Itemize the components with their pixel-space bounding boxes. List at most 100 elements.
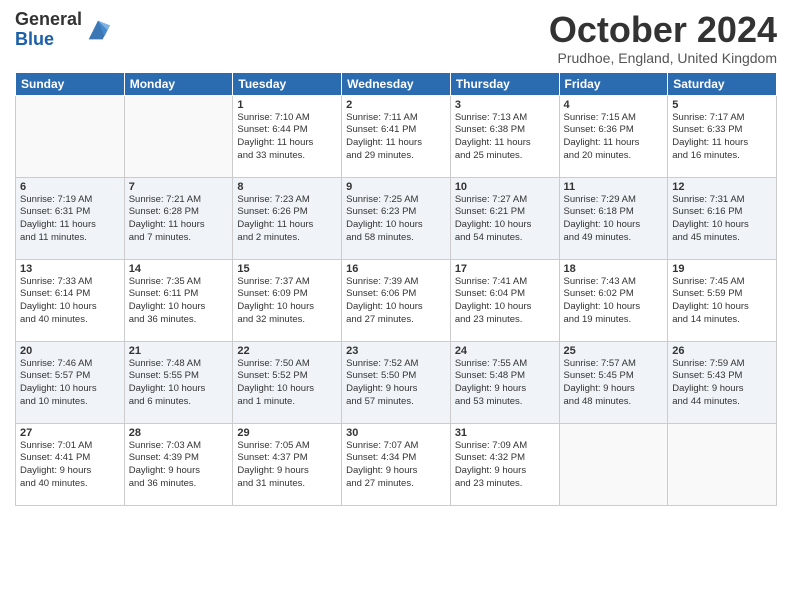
cal-cell: 25Sunrise: 7:57 AMSunset: 5:45 PMDayligh… (559, 341, 668, 423)
subtitle: Prudhoe, England, United Kingdom (549, 50, 777, 66)
cal-cell: 23Sunrise: 7:52 AMSunset: 5:50 PMDayligh… (342, 341, 451, 423)
cell-line: and 33 minutes. (237, 150, 337, 163)
cell-line: and 40 minutes. (20, 478, 120, 491)
day-header-wednesday: Wednesday (342, 72, 451, 95)
day-number: 25 (564, 345, 664, 357)
cell-line: Sunrise: 7:19 AM (20, 194, 120, 207)
cal-cell: 16Sunrise: 7:39 AMSunset: 6:06 PMDayligh… (342, 259, 451, 341)
cell-line: Sunset: 6:26 PM (237, 206, 337, 219)
cell-line: Daylight: 10 hours (20, 301, 120, 314)
day-number: 10 (455, 181, 555, 193)
cell-line: and 2 minutes. (237, 232, 337, 245)
cal-cell: 9Sunrise: 7:25 AMSunset: 6:23 PMDaylight… (342, 177, 451, 259)
day-header-saturday: Saturday (668, 72, 777, 95)
cell-line: and 19 minutes. (564, 314, 664, 327)
logo-text: General Blue (15, 10, 82, 50)
cal-cell: 1Sunrise: 7:10 AMSunset: 6:44 PMDaylight… (233, 95, 342, 177)
day-number: 11 (564, 181, 664, 193)
day-number: 8 (237, 181, 337, 193)
cell-line: Sunset: 6:11 PM (129, 288, 229, 301)
cell-line: Sunrise: 7:35 AM (129, 276, 229, 289)
cell-line: and 44 minutes. (672, 396, 772, 409)
cell-line: and 58 minutes. (346, 232, 446, 245)
cell-line: Daylight: 9 hours (564, 383, 664, 396)
cell-line: Sunrise: 7:25 AM (346, 194, 446, 207)
cell-line: and 25 minutes. (455, 150, 555, 163)
cell-line: Daylight: 10 hours (346, 301, 446, 314)
cell-line: Daylight: 11 hours (346, 137, 446, 150)
day-number: 20 (20, 345, 120, 357)
day-header-friday: Friday (559, 72, 668, 95)
calendar-page: General Blue October 2024 Prudhoe, Engla… (0, 0, 792, 516)
cell-line: Sunset: 5:45 PM (564, 370, 664, 383)
cell-line: Daylight: 11 hours (455, 137, 555, 150)
cell-line: Sunset: 5:55 PM (129, 370, 229, 383)
cell-line: Daylight: 10 hours (20, 383, 120, 396)
day-number: 16 (346, 263, 446, 275)
cell-line: Daylight: 11 hours (564, 137, 664, 150)
cell-line: Daylight: 9 hours (20, 465, 120, 478)
day-number: 5 (672, 99, 772, 111)
day-number: 21 (129, 345, 229, 357)
cell-line: Sunrise: 7:17 AM (672, 112, 772, 125)
cell-line: Sunset: 4:41 PM (20, 452, 120, 465)
cal-cell: 13Sunrise: 7:33 AMSunset: 6:14 PMDayligh… (16, 259, 125, 341)
cell-line: Sunset: 6:23 PM (346, 206, 446, 219)
logo-icon (84, 16, 112, 44)
cell-line: and 49 minutes. (564, 232, 664, 245)
day-number: 24 (455, 345, 555, 357)
cal-cell: 27Sunrise: 7:01 AMSunset: 4:41 PMDayligh… (16, 423, 125, 505)
cell-line: Sunrise: 7:09 AM (455, 440, 555, 453)
cell-line: and 36 minutes. (129, 478, 229, 491)
cell-line: Daylight: 11 hours (20, 219, 120, 232)
cell-line: Daylight: 10 hours (237, 383, 337, 396)
day-number: 6 (20, 181, 120, 193)
cell-line: Sunrise: 7:13 AM (455, 112, 555, 125)
cell-line: Daylight: 10 hours (455, 301, 555, 314)
cell-line: Sunrise: 7:43 AM (564, 276, 664, 289)
week-row-4: 20Sunrise: 7:46 AMSunset: 5:57 PMDayligh… (16, 341, 777, 423)
cal-cell: 20Sunrise: 7:46 AMSunset: 5:57 PMDayligh… (16, 341, 125, 423)
header-row: SundayMondayTuesdayWednesdayThursdayFrid… (16, 72, 777, 95)
cell-line: Sunrise: 7:29 AM (564, 194, 664, 207)
cell-line: Daylight: 10 hours (564, 219, 664, 232)
cell-line: Sunrise: 7:33 AM (20, 276, 120, 289)
cell-line: Sunrise: 7:31 AM (672, 194, 772, 207)
day-number: 19 (672, 263, 772, 275)
cell-line: Sunrise: 7:59 AM (672, 358, 772, 371)
cell-line: and 32 minutes. (237, 314, 337, 327)
cell-line: Sunset: 6:14 PM (20, 288, 120, 301)
cell-line: Sunset: 4:37 PM (237, 452, 337, 465)
cell-line: and 27 minutes. (346, 314, 446, 327)
cell-line: and 1 minute. (237, 396, 337, 409)
cal-cell: 30Sunrise: 7:07 AMSunset: 4:34 PMDayligh… (342, 423, 451, 505)
cell-line: Sunset: 5:43 PM (672, 370, 772, 383)
cell-line: Daylight: 11 hours (672, 137, 772, 150)
cell-line: and 53 minutes. (455, 396, 555, 409)
cell-line: Sunset: 6:02 PM (564, 288, 664, 301)
day-number: 26 (672, 345, 772, 357)
day-number: 18 (564, 263, 664, 275)
calendar-table: SundayMondayTuesdayWednesdayThursdayFrid… (15, 72, 777, 506)
cell-line: and 6 minutes. (129, 396, 229, 409)
day-number: 2 (346, 99, 446, 111)
cell-line: Sunset: 4:32 PM (455, 452, 555, 465)
cell-line: Sunrise: 7:57 AM (564, 358, 664, 371)
cell-line: Daylight: 9 hours (455, 465, 555, 478)
week-row-2: 6Sunrise: 7:19 AMSunset: 6:31 PMDaylight… (16, 177, 777, 259)
cell-line: Sunrise: 7:01 AM (20, 440, 120, 453)
cal-cell: 2Sunrise: 7:11 AMSunset: 6:41 PMDaylight… (342, 95, 451, 177)
cell-line: Daylight: 11 hours (237, 137, 337, 150)
cal-cell: 15Sunrise: 7:37 AMSunset: 6:09 PMDayligh… (233, 259, 342, 341)
cal-cell: 29Sunrise: 7:05 AMSunset: 4:37 PMDayligh… (233, 423, 342, 505)
cell-line: Sunrise: 7:07 AM (346, 440, 446, 453)
cal-cell: 11Sunrise: 7:29 AMSunset: 6:18 PMDayligh… (559, 177, 668, 259)
cell-line: and 20 minutes. (564, 150, 664, 163)
cell-line: Sunrise: 7:27 AM (455, 194, 555, 207)
cell-line: Daylight: 9 hours (455, 383, 555, 396)
day-number: 12 (672, 181, 772, 193)
cell-line: Daylight: 11 hours (237, 219, 337, 232)
cell-line: Daylight: 9 hours (346, 383, 446, 396)
cell-line: Sunrise: 7:39 AM (346, 276, 446, 289)
cell-line: and 45 minutes. (672, 232, 772, 245)
